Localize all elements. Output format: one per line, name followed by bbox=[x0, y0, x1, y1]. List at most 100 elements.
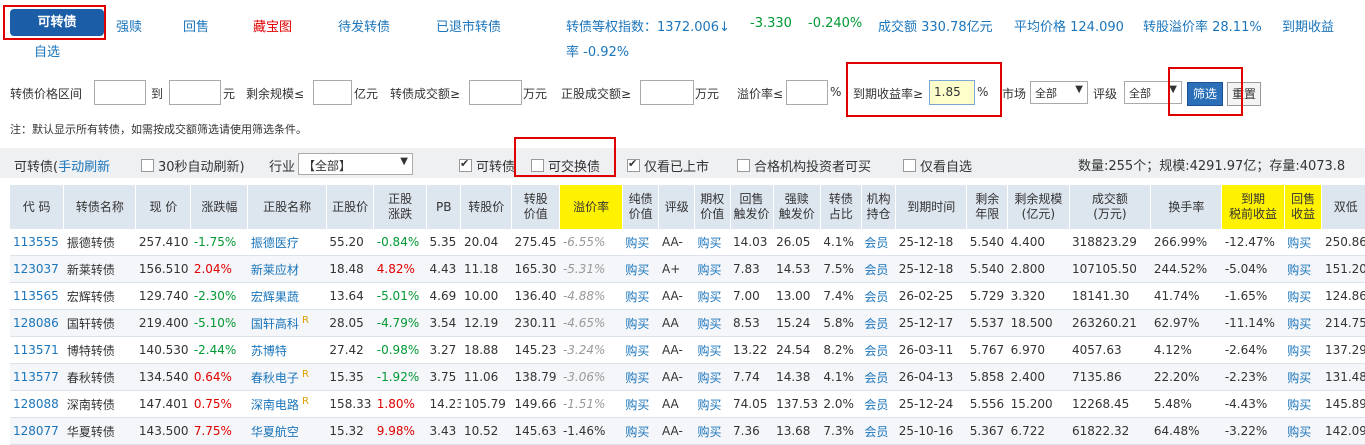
bond-code-link[interactable]: 128077 bbox=[10, 417, 64, 445]
watchlist-checkbox[interactable]: 仅看自选 bbox=[903, 156, 972, 175]
column-header[interactable]: 现 价 bbox=[135, 185, 192, 229]
buy-link[interactable]: 购买 bbox=[1284, 255, 1322, 283]
stock-name-link[interactable]: 深南电路 R bbox=[247, 390, 327, 418]
buy-link[interactable]: 购买 bbox=[1284, 363, 1322, 391]
stock-name-link[interactable]: 华夏航空 bbox=[247, 417, 327, 445]
remain-scale-input[interactable] bbox=[313, 80, 352, 105]
buy-link[interactable]: 购买 bbox=[1284, 390, 1322, 418]
column-header[interactable]: 正股名称 bbox=[247, 185, 327, 229]
buy-link[interactable]: 购买 bbox=[622, 309, 659, 337]
column-header[interactable]: 到期时间 bbox=[895, 185, 968, 229]
table-row[interactable]: 123037 新莱转债 156.510 2.04% 新莱应材 18.48 4.82% 4.43… bbox=[10, 255, 1365, 283]
column-header[interactable]: 纯债 价值 bbox=[622, 185, 660, 229]
member-link[interactable]: 会员 bbox=[861, 390, 896, 418]
buy-link[interactable]: 购买 bbox=[622, 363, 659, 391]
bond-code-link[interactable]: 113571 bbox=[10, 336, 64, 364]
buy-link[interactable]: 购买 bbox=[1284, 417, 1322, 445]
buy-link[interactable]: 购买 bbox=[694, 336, 731, 364]
bond-code-link[interactable]: 113565 bbox=[10, 282, 64, 310]
column-header[interactable]: 期权 价值 bbox=[694, 185, 731, 229]
column-header[interactable]: 双低 bbox=[1321, 185, 1365, 229]
bond-turnover-input[interactable] bbox=[469, 80, 522, 105]
column-header[interactable]: 剩余规模 (亿元) bbox=[1007, 185, 1070, 229]
column-header[interactable]: 机构 持仓 bbox=[861, 185, 897, 229]
tab-pending-issue[interactable]: 待发转债 bbox=[338, 16, 390, 35]
tab-treasure-map[interactable]: 藏宝图 bbox=[253, 16, 292, 35]
buy-link[interactable]: 购买 bbox=[622, 229, 659, 256]
buy-link[interactable]: 购买 bbox=[694, 282, 731, 310]
stock-name-link[interactable]: 国轩高科 R bbox=[247, 309, 327, 337]
stock-name-link[interactable]: 宏辉果蔬 bbox=[247, 282, 327, 310]
buy-link[interactable]: 购买 bbox=[694, 417, 731, 445]
premium-input[interactable] bbox=[786, 80, 828, 105]
buy-link[interactable]: 购买 bbox=[622, 282, 659, 310]
buy-link[interactable]: 购买 bbox=[694, 229, 731, 256]
tab-delisted[interactable]: 已退市转债 bbox=[436, 16, 501, 35]
market-select[interactable]: 全部 ▼ bbox=[1030, 81, 1088, 104]
member-link[interactable]: 会员 bbox=[861, 282, 896, 310]
listed-only-checkbox[interactable]: 仅看已上市 bbox=[627, 156, 709, 175]
column-header[interactable]: 正股价 bbox=[326, 185, 375, 229]
member-link[interactable]: 会员 bbox=[861, 417, 896, 445]
column-header[interactable]: 回售 收益 bbox=[1284, 185, 1323, 229]
buy-link[interactable]: 购买 bbox=[622, 336, 659, 364]
member-link[interactable]: 会员 bbox=[861, 363, 896, 391]
column-header[interactable]: 换手率 bbox=[1150, 185, 1223, 229]
buy-link[interactable]: 购买 bbox=[694, 255, 731, 283]
bond-code-link[interactable]: 128088 bbox=[10, 390, 64, 418]
column-header[interactable]: 涨跌幅 bbox=[190, 185, 249, 229]
column-header[interactable]: 转债名称 bbox=[63, 185, 137, 229]
table-row[interactable]: 128077 华夏转债 143.500 7.75% 华夏航空 15.32 9.98% 3.43… bbox=[10, 417, 1365, 445]
member-link[interactable]: 会员 bbox=[861, 255, 896, 283]
column-header[interactable]: 评级 bbox=[658, 185, 695, 229]
buy-link[interactable]: 购买 bbox=[1284, 309, 1322, 337]
tab-putback[interactable]: 回售 bbox=[183, 16, 209, 35]
table-row[interactable]: 113565 宏辉转债 129.740 -2.30% 宏辉果蔬 13.64 -5.01% 4.… bbox=[10, 282, 1365, 310]
buy-link[interactable]: 购买 bbox=[622, 417, 659, 445]
stock-name-link[interactable]: 新莱应材 bbox=[247, 255, 327, 283]
buy-link[interactable]: 购买 bbox=[694, 309, 731, 337]
column-header[interactable]: 回售 触发价 bbox=[730, 185, 774, 229]
table-row[interactable]: 128086 国轩转债 219.400 -5.10% 国轩高科 R 28.05 -4.79%… bbox=[10, 309, 1365, 337]
stock-turnover-input[interactable] bbox=[640, 80, 694, 105]
buy-link[interactable]: 购买 bbox=[1284, 229, 1322, 256]
column-header[interactable]: 正股 涨跌 bbox=[373, 185, 428, 229]
bond-code-link[interactable]: 113577 bbox=[10, 363, 64, 391]
member-link[interactable]: 会员 bbox=[861, 229, 896, 256]
industry-select[interactable]: 【全部】 ▼ bbox=[298, 153, 413, 175]
tab-forced-redemption[interactable]: 强赎 bbox=[116, 16, 142, 35]
buy-link[interactable]: 购买 bbox=[694, 390, 731, 418]
price-min-input[interactable] bbox=[94, 80, 146, 105]
column-header[interactable]: 强赎 触发价 bbox=[773, 185, 821, 229]
table-row[interactable]: 113577 春秋转债 134.540 0.64% 春秋电子 R 15.35 -1.92% 3… bbox=[10, 363, 1365, 391]
price-max-input[interactable] bbox=[169, 80, 221, 105]
column-header[interactable]: 成交额 (万元) bbox=[1069, 185, 1152, 229]
qualified-investor-checkbox[interactable]: 合格机构投资者可买 bbox=[737, 156, 871, 175]
column-header[interactable]: PB bbox=[426, 185, 462, 229]
column-header[interactable]: 转股 价值 bbox=[511, 185, 561, 229]
column-header[interactable]: 溢价率 bbox=[559, 185, 623, 229]
column-header[interactable]: 剩余 年限 bbox=[966, 185, 1009, 229]
member-link[interactable]: 会员 bbox=[861, 336, 896, 364]
column-header[interactable]: 代 码 bbox=[10, 185, 65, 229]
stock-name-link[interactable]: 苏博特 bbox=[247, 336, 327, 364]
column-header[interactable]: 转债 占比 bbox=[820, 185, 862, 229]
column-header[interactable]: 到期 税前收益 bbox=[1221, 185, 1285, 229]
bond-code-link[interactable]: 113555 bbox=[10, 229, 64, 256]
buy-link[interactable]: 购买 bbox=[1284, 282, 1322, 310]
bond-code-link[interactable]: 128086 bbox=[10, 309, 64, 337]
stock-name-link[interactable]: 春秋电子 R bbox=[247, 363, 327, 391]
buy-link[interactable]: 购买 bbox=[1284, 336, 1322, 364]
table-row[interactable]: 113555 振德转债 257.410 -1.75% 振德医疗 55.20 -0.84% 5.… bbox=[10, 229, 1365, 256]
table-row[interactable]: 128088 深南转债 147.401 0.75% 深南电路 R 158.33 1.80% 1… bbox=[10, 390, 1365, 418]
buy-link[interactable]: 购买 bbox=[622, 255, 659, 283]
table-row[interactable]: 113571 博特转债 140.530 -2.44% 苏博特 27.42 -0.98% 3.2… bbox=[10, 336, 1365, 364]
bond-code-link[interactable]: 123037 bbox=[10, 255, 64, 283]
buy-link[interactable]: 购买 bbox=[694, 363, 731, 391]
buy-link[interactable]: 购买 bbox=[622, 390, 659, 418]
convertible-checkbox[interactable]: 可转债 bbox=[459, 156, 515, 175]
tab-watchlist[interactable]: 自选 bbox=[34, 41, 60, 60]
stock-name-link[interactable]: 振德医疗 bbox=[247, 229, 327, 256]
manual-refresh-link[interactable]: 手动刷新 bbox=[58, 160, 110, 175]
auto-refresh-checkbox[interactable]: 30秒自动刷新) bbox=[141, 156, 245, 175]
